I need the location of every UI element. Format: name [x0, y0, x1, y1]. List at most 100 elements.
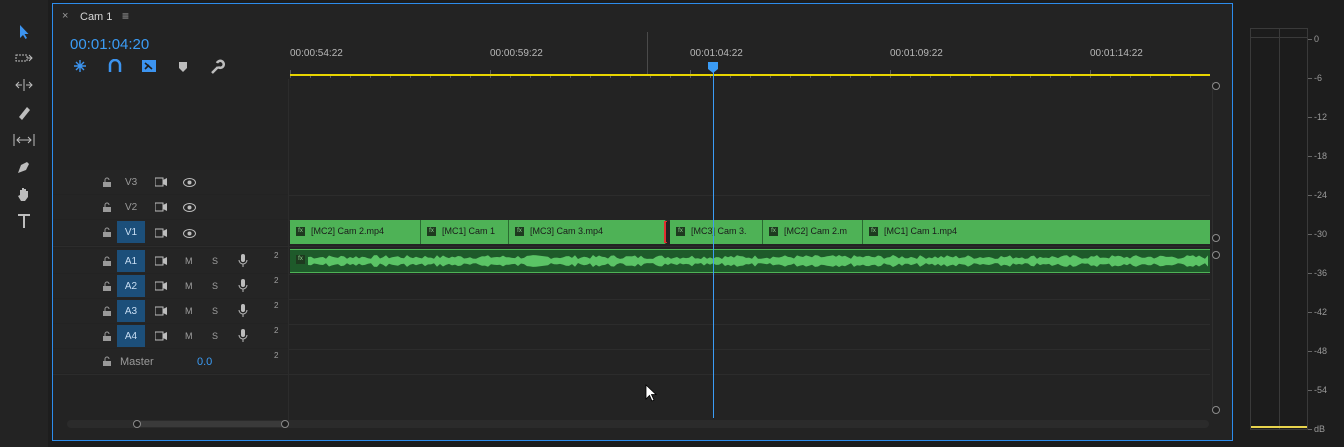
fx-badge-icon[interactable]: fx — [296, 227, 305, 237]
track-target-a4[interactable]: A4 — [117, 325, 145, 347]
meter-scale-tick — [1308, 390, 1312, 391]
meter-scale-label: -36 — [1314, 268, 1328, 278]
v1-clip-lane: fx [MC2] Cam 2.mp4 fx [MC1] Cam 1 fx [MC3] … — [290, 220, 1210, 244]
meter-scale-label: -18 — [1314, 151, 1328, 161]
zoom-scrollbar-thumb[interactable] — [137, 421, 284, 427]
voice-over-record-mic-icon[interactable] — [238, 279, 248, 293]
sync-lock-icon[interactable] — [155, 281, 168, 291]
sync-lock-icon[interactable] — [155, 177, 168, 187]
audio-track-a2[interactable]: A2 M S 2 — [53, 274, 1210, 300]
toggle-track-output-eye-icon[interactable] — [183, 203, 196, 212]
video-clip[interactable]: fx [MC1] Cam 1 — [421, 220, 509, 244]
playhead-handle[interactable] — [708, 62, 718, 73]
lock-track-icon[interactable] — [102, 227, 112, 237]
video-clip[interactable]: fx [MC1] Cam 1.mp4 — [863, 220, 1210, 244]
sync-lock-icon[interactable] — [155, 256, 168, 266]
audio-clip[interactable]: fx — [290, 249, 1210, 273]
track-target-a2[interactable]: A2 — [117, 275, 145, 297]
fx-badge-icon[interactable]: fx — [769, 227, 778, 237]
voice-over-record-mic-icon[interactable] — [238, 329, 248, 343]
video-clip[interactable]: fx [MC2] Cam 2.mp4 — [290, 220, 421, 244]
clip-label: [MC1] Cam 1.mp4 — [884, 226, 958, 236]
sync-lock-icon[interactable] — [155, 228, 168, 238]
video-track-v3[interactable]: V3 — [53, 170, 1210, 196]
master-track[interactable]: Master 0.0 2 — [53, 349, 1210, 375]
voice-over-record-mic-icon[interactable] — [238, 304, 248, 318]
linked-selection-icon[interactable] — [141, 59, 157, 73]
sync-lock-icon[interactable] — [155, 331, 168, 341]
meter-scale-tick — [1308, 312, 1312, 313]
fx-badge-icon[interactable]: fx — [296, 255, 305, 264]
timeline-settings-wrench-icon[interactable] — [209, 59, 225, 75]
snap-icon[interactable] — [108, 58, 122, 73]
lock-track-icon[interactable] — [102, 356, 112, 366]
add-marker-icon[interactable] — [178, 61, 188, 73]
track-target-a1[interactable]: A1 — [117, 250, 145, 272]
lock-track-icon[interactable] — [102, 306, 112, 316]
slip-tool-icon[interactable] — [12, 129, 36, 151]
selection-tool-icon[interactable] — [12, 21, 36, 43]
track-name[interactable]: V2 — [125, 202, 137, 213]
solo-button[interactable]: S — [212, 281, 218, 291]
fx-badge-icon[interactable]: fx — [515, 227, 524, 237]
edit-point-marker[interactable] — [664, 221, 667, 243]
video-scroll-handle-bottom[interactable] — [1212, 234, 1220, 242]
sequence-tab-title[interactable]: Cam 1 — [80, 11, 112, 23]
track-select-tool-icon[interactable] — [12, 47, 36, 69]
close-tab-icon[interactable]: × — [62, 10, 68, 22]
zoom-handle-left[interactable] — [133, 420, 141, 428]
track-target-v1[interactable]: V1 — [117, 221, 145, 243]
hand-tool-icon[interactable] — [12, 183, 36, 205]
ruler-timecode: 00:00:54:22 — [290, 48, 343, 59]
fx-badge-icon[interactable]: fx — [676, 227, 685, 237]
track-target-a3[interactable]: A3 — [117, 300, 145, 322]
fx-badge-icon[interactable]: fx — [427, 227, 436, 237]
work-area-bar[interactable] — [290, 74, 1210, 76]
mute-button[interactable]: M — [185, 331, 193, 341]
audio-track-a4[interactable]: A4 M S 2 — [53, 324, 1210, 350]
fx-badge-icon[interactable]: fx — [869, 227, 878, 237]
toggle-track-output-eye-icon[interactable] — [183, 229, 196, 238]
lock-track-icon[interactable] — [102, 281, 112, 291]
video-scroll-handle-top[interactable] — [1212, 82, 1220, 90]
video-track-v1[interactable]: V1 fx [MC2] Cam 2.mp4 fx [MC1] Cam 1 fx [MC… — [53, 220, 1210, 247]
nest-toggle-icon[interactable] — [73, 59, 87, 73]
panel-menu-icon[interactable]: ≡ — [122, 9, 129, 23]
mute-button[interactable]: M — [185, 281, 193, 291]
solo-button[interactable]: S — [212, 331, 218, 341]
channel-count: 2 — [274, 301, 279, 310]
type-tool-icon[interactable] — [12, 210, 36, 232]
mute-button[interactable]: M — [185, 306, 193, 316]
audio-scroll-handle-bottom[interactable] — [1212, 406, 1220, 414]
playhead-timecode[interactable]: 00:01:04:20 — [70, 36, 149, 53]
lock-track-icon[interactable] — [102, 202, 112, 212]
playhead-line[interactable] — [713, 72, 714, 418]
master-volume-value[interactable]: 0.0 — [197, 356, 212, 368]
sync-lock-icon[interactable] — [155, 306, 168, 316]
channel-count: 2 — [274, 351, 279, 360]
channel-count: 2 — [274, 276, 279, 285]
pen-tool-icon[interactable] — [12, 156, 36, 178]
ripple-edit-tool-icon[interactable] — [12, 74, 36, 96]
zoom-handle-right[interactable] — [281, 420, 289, 428]
audio-scroll-handle-top[interactable] — [1212, 251, 1220, 259]
lock-track-icon[interactable] — [102, 331, 112, 341]
lock-track-icon[interactable] — [102, 256, 112, 266]
video-clip[interactable]: fx [MC3] Cam 3.mp4 — [509, 220, 666, 244]
video-clip[interactable]: fx [MC3] Cam 3. — [670, 220, 763, 244]
audio-track-a3[interactable]: A3 M S 2 — [53, 299, 1210, 325]
mute-button[interactable]: M — [185, 256, 193, 266]
solo-button[interactable]: S — [212, 306, 218, 316]
sync-lock-icon[interactable] — [155, 202, 168, 212]
toggle-track-output-eye-icon[interactable] — [183, 178, 196, 187]
audio-track-a1[interactable]: A1 M S 2 fx — [53, 249, 1210, 275]
video-track-v2[interactable]: V2 — [53, 195, 1210, 221]
solo-button[interactable]: S — [212, 256, 218, 266]
video-clip[interactable]: fx [MC2] Cam 2.m — [763, 220, 863, 244]
clip-label: [MC2] Cam 2.m — [784, 226, 848, 236]
lock-track-icon[interactable] — [102, 177, 112, 187]
voice-over-record-mic-icon[interactable] — [238, 254, 248, 268]
track-name[interactable]: V3 — [125, 177, 137, 188]
razor-tool-icon[interactable] — [12, 102, 36, 124]
channel-count: 2 — [274, 251, 279, 260]
